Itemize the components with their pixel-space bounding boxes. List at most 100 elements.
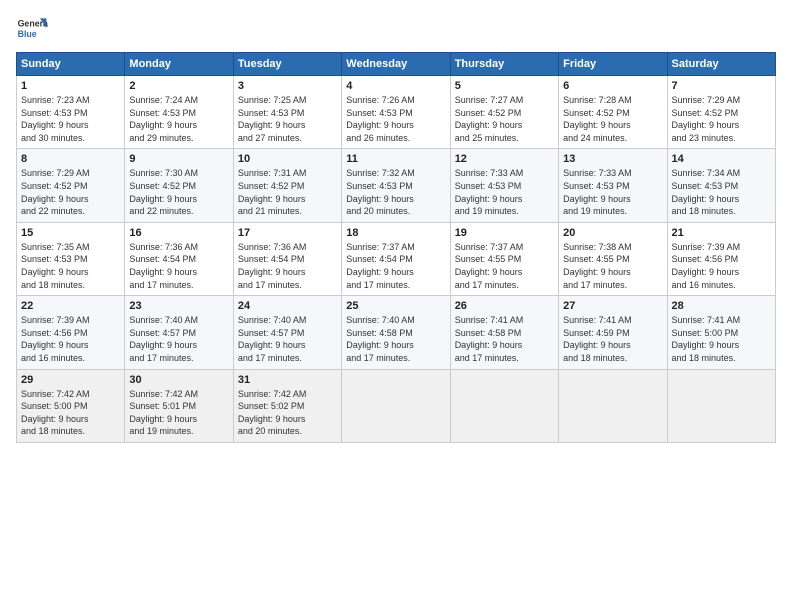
- day-info: Sunrise: 7:37 AMSunset: 4:54 PMDaylight:…: [346, 241, 445, 291]
- calendar-table: SundayMondayTuesdayWednesdayThursdayFrid…: [16, 52, 776, 443]
- calendar-cell: 11Sunrise: 7:32 AMSunset: 4:53 PMDayligh…: [342, 149, 450, 222]
- generalblue-logo-icon: General Blue: [16, 12, 48, 44]
- day-info: Sunrise: 7:42 AMSunset: 5:00 PMDaylight:…: [21, 388, 120, 438]
- calendar-cell: 23 Sunrise: 7:40 AMSunset: 4:57 PMDayligh…: [125, 296, 233, 369]
- calendar-header: SundayMondayTuesdayWednesdayThursdayFrid…: [17, 53, 776, 76]
- day-number: 14: [672, 153, 771, 165]
- col-header-thursday: Thursday: [450, 53, 558, 76]
- day-number: 13: [563, 153, 662, 165]
- calendar-cell: 30Sunrise: 7:42 AMSunset: 5:01 PMDayligh…: [125, 369, 233, 442]
- day-number: 27: [563, 300, 662, 312]
- day-info: Sunrise: 7:41 AMSunset: 5:00 PMDaylight:…: [672, 314, 771, 364]
- calendar-cell: 8 Sunrise: 7:29 AMSunset: 4:52 PMDaylight…: [17, 149, 125, 222]
- day-info: Sunrise: 7:41 AMSunset: 4:59 PMDaylight:…: [563, 314, 662, 364]
- calendar-cell: 24 Sunrise: 7:40 AMSunset: 4:57 PMDayligh…: [233, 296, 341, 369]
- calendar-cell: 7 Sunrise: 7:29 AMSunset: 4:52 PMDaylight…: [667, 76, 775, 149]
- day-number: 20: [563, 227, 662, 239]
- day-info: Sunrise: 7:39 AMSunset: 4:56 PMDaylight:…: [21, 314, 120, 364]
- day-info: Sunrise: 7:25 AMSunset: 4:53 PMDaylight:…: [238, 94, 337, 144]
- day-number: 5: [455, 80, 554, 92]
- calendar-cell: 19 Sunrise: 7:37 AMSunset: 4:55 PMDayligh…: [450, 222, 558, 295]
- day-number: 15: [21, 227, 120, 239]
- calendar-cell: 6 Sunrise: 7:28 AMSunset: 4:52 PMDaylight…: [559, 76, 667, 149]
- day-info: Sunrise: 7:31 AMSunset: 4:52 PMDaylight:…: [238, 167, 337, 217]
- day-number: 22: [21, 300, 120, 312]
- calendar-cell: 1 Sunrise: 7:23 AMSunset: 4:53 PMDaylight…: [17, 76, 125, 149]
- day-info: Sunrise: 7:42 AMSunset: 5:02 PMDaylight:…: [238, 388, 337, 438]
- day-info: Sunrise: 7:28 AMSunset: 4:52 PMDaylight:…: [563, 94, 662, 144]
- day-number: 6: [563, 80, 662, 92]
- day-number: 8: [21, 153, 120, 165]
- calendar-cell: 26Sunrise: 7:41 AMSunset: 4:58 PMDayligh…: [450, 296, 558, 369]
- day-info: Sunrise: 7:32 AMSunset: 4:53 PMDaylight:…: [346, 167, 445, 217]
- calendar-cell: [559, 369, 667, 442]
- col-header-saturday: Saturday: [667, 53, 775, 76]
- calendar-cell: 31 Sunrise: 7:42 AMSunset: 5:02 PMDayligh…: [233, 369, 341, 442]
- day-number: 18: [346, 227, 445, 239]
- day-number: 7: [672, 80, 771, 92]
- calendar-cell: 29 Sunrise: 7:42 AMSunset: 5:00 PMDayligh…: [17, 369, 125, 442]
- calendar-cell: 25Sunrise: 7:40 AMSunset: 4:58 PMDayligh…: [342, 296, 450, 369]
- day-info: Sunrise: 7:29 AMSunset: 4:52 PMDaylight:…: [672, 94, 771, 144]
- day-number: 30: [129, 374, 228, 386]
- col-header-sunday: Sunday: [17, 53, 125, 76]
- calendar-cell: 2 Sunrise: 7:24 AMSunset: 4:53 PMDaylight…: [125, 76, 233, 149]
- day-info: Sunrise: 7:36 AMSunset: 4:54 PMDaylight:…: [129, 241, 228, 291]
- calendar-body: 1 Sunrise: 7:23 AMSunset: 4:53 PMDaylight…: [17, 76, 776, 443]
- svg-text:Blue: Blue: [18, 29, 37, 39]
- day-info: Sunrise: 7:40 AMSunset: 4:57 PMDaylight:…: [238, 314, 337, 364]
- day-number: 16: [129, 227, 228, 239]
- day-info: Sunrise: 7:36 AMSunset: 4:54 PMDaylight:…: [238, 241, 337, 291]
- calendar-cell: 16 Sunrise: 7:36 AMSunset: 4:54 PMDayligh…: [125, 222, 233, 295]
- col-header-monday: Monday: [125, 53, 233, 76]
- day-number: 29: [21, 374, 120, 386]
- calendar-cell: 9Sunrise: 7:30 AMSunset: 4:52 PMDaylight…: [125, 149, 233, 222]
- logo: General Blue: [16, 12, 48, 44]
- calendar-week-row: 29 Sunrise: 7:42 AMSunset: 5:00 PMDayligh…: [17, 369, 776, 442]
- calendar-cell: [450, 369, 558, 442]
- calendar-cell: [667, 369, 775, 442]
- day-info: Sunrise: 7:37 AMSunset: 4:55 PMDaylight:…: [455, 241, 554, 291]
- day-info: Sunrise: 7:26 AMSunset: 4:53 PMDaylight:…: [346, 94, 445, 144]
- day-number: 26: [455, 300, 554, 312]
- calendar-cell: 22 Sunrise: 7:39 AMSunset: 4:56 PMDayligh…: [17, 296, 125, 369]
- col-header-tuesday: Tuesday: [233, 53, 341, 76]
- day-number: 2: [129, 80, 228, 92]
- day-info: Sunrise: 7:24 AMSunset: 4:53 PMDaylight:…: [129, 94, 228, 144]
- calendar-week-row: 8 Sunrise: 7:29 AMSunset: 4:52 PMDaylight…: [17, 149, 776, 222]
- header: General Blue: [16, 12, 776, 44]
- day-number: 1: [21, 80, 120, 92]
- calendar-cell: 27 Sunrise: 7:41 AMSunset: 4:59 PMDayligh…: [559, 296, 667, 369]
- day-info: Sunrise: 7:29 AMSunset: 4:52 PMDaylight:…: [21, 167, 120, 217]
- calendar-cell: 3Sunrise: 7:25 AMSunset: 4:53 PMDaylight…: [233, 76, 341, 149]
- calendar-cell: 15 Sunrise: 7:35 AMSunset: 4:53 PMDayligh…: [17, 222, 125, 295]
- calendar-header-row: SundayMondayTuesdayWednesdayThursdayFrid…: [17, 53, 776, 76]
- calendar-cell: 20Sunrise: 7:38 AMSunset: 4:55 PMDayligh…: [559, 222, 667, 295]
- day-number: 21: [672, 227, 771, 239]
- day-number: 28: [672, 300, 771, 312]
- calendar-week-row: 15 Sunrise: 7:35 AMSunset: 4:53 PMDayligh…: [17, 222, 776, 295]
- day-number: 24: [238, 300, 337, 312]
- day-number: 9: [129, 153, 228, 165]
- day-number: 12: [455, 153, 554, 165]
- day-info: Sunrise: 7:27 AMSunset: 4:52 PMDaylight:…: [455, 94, 554, 144]
- day-number: 23: [129, 300, 228, 312]
- day-info: Sunrise: 7:23 AMSunset: 4:53 PMDaylight:…: [21, 94, 120, 144]
- day-info: Sunrise: 7:40 AMSunset: 4:57 PMDaylight:…: [129, 314, 228, 364]
- calendar-cell: 18 Sunrise: 7:37 AMSunset: 4:54 PMDayligh…: [342, 222, 450, 295]
- day-number: 10: [238, 153, 337, 165]
- day-info: Sunrise: 7:33 AMSunset: 4:53 PMDaylight:…: [455, 167, 554, 217]
- day-number: 4: [346, 80, 445, 92]
- day-number: 19: [455, 227, 554, 239]
- calendar-cell: 12 Sunrise: 7:33 AMSunset: 4:53 PMDayligh…: [450, 149, 558, 222]
- calendar-cell: 13 Sunrise: 7:33 AMSunset: 4:53 PMDayligh…: [559, 149, 667, 222]
- day-number: 25: [346, 300, 445, 312]
- day-info: Sunrise: 7:33 AMSunset: 4:53 PMDaylight:…: [563, 167, 662, 217]
- day-number: 17: [238, 227, 337, 239]
- day-number: 31: [238, 374, 337, 386]
- calendar-cell: 21Sunrise: 7:39 AMSunset: 4:56 PMDayligh…: [667, 222, 775, 295]
- day-info: Sunrise: 7:35 AMSunset: 4:53 PMDaylight:…: [21, 241, 120, 291]
- calendar-cell: 14Sunrise: 7:34 AMSunset: 4:53 PMDayligh…: [667, 149, 775, 222]
- calendar-cell: 17 Sunrise: 7:36 AMSunset: 4:54 PMDayligh…: [233, 222, 341, 295]
- calendar-cell: 4 Sunrise: 7:26 AMSunset: 4:53 PMDaylight…: [342, 76, 450, 149]
